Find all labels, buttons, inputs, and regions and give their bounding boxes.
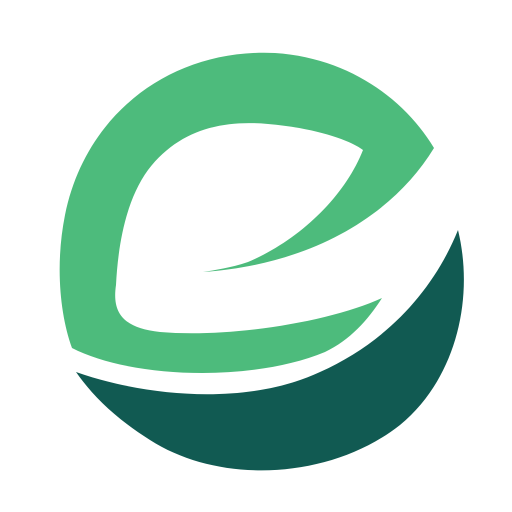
logo bbox=[0, 0, 512, 512]
leaf-letter-e-icon bbox=[59, 52, 464, 471]
light-green-e-shape bbox=[59, 52, 434, 373]
